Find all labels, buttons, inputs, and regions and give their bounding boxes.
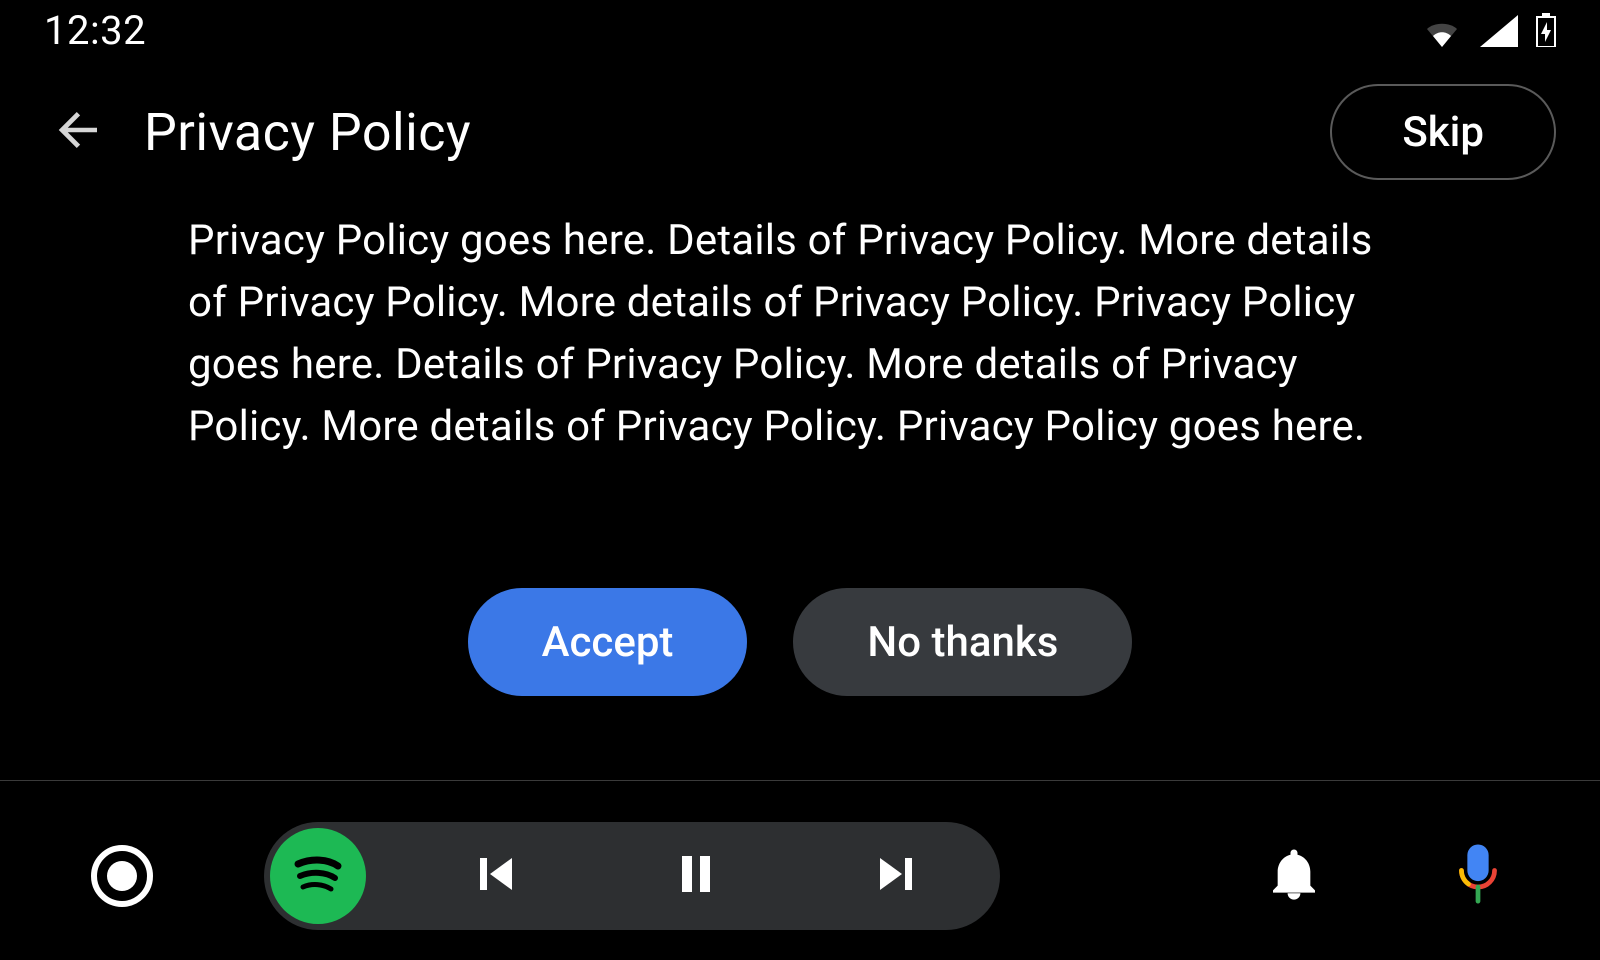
arrow-left-icon bbox=[52, 103, 106, 161]
media-app-button[interactable] bbox=[270, 828, 366, 924]
status-icons bbox=[1422, 13, 1556, 47]
page-header: Privacy Policy Skip bbox=[0, 84, 1600, 180]
decline-button-label: No thanks bbox=[867, 618, 1058, 667]
accept-button[interactable]: Accept bbox=[468, 588, 748, 696]
bottom-divider bbox=[0, 780, 1600, 781]
next-track-button[interactable] bbox=[846, 826, 946, 926]
policy-body-text: Privacy Policy goes here. Details of Pri… bbox=[188, 210, 1412, 458]
notifications-button[interactable] bbox=[1262, 844, 1326, 908]
navbar-right-group bbox=[1262, 844, 1510, 908]
pause-icon bbox=[672, 850, 720, 902]
system-navbar bbox=[0, 792, 1600, 960]
battery-icon bbox=[1536, 13, 1556, 47]
skip-previous-icon bbox=[472, 850, 520, 902]
skip-next-icon bbox=[872, 850, 920, 902]
signal-icon bbox=[1480, 15, 1518, 47]
skip-button-label: Skip bbox=[1402, 108, 1484, 157]
skip-button[interactable]: Skip bbox=[1330, 84, 1556, 180]
status-clock: 12:32 bbox=[44, 7, 146, 54]
launcher-button[interactable] bbox=[90, 844, 154, 908]
media-control-pill bbox=[264, 822, 1000, 930]
microphone-icon bbox=[1452, 842, 1504, 910]
wifi-icon bbox=[1422, 15, 1462, 47]
page-title: Privacy Policy bbox=[144, 102, 471, 163]
circle-dot-icon bbox=[90, 893, 154, 912]
decline-button[interactable]: No thanks bbox=[793, 588, 1132, 696]
previous-track-button[interactable] bbox=[446, 826, 546, 926]
play-pause-button[interactable] bbox=[646, 826, 746, 926]
spotify-icon bbox=[288, 844, 348, 908]
bell-icon bbox=[1266, 846, 1322, 906]
action-row: Accept No thanks bbox=[0, 588, 1600, 696]
status-bar: 12:32 bbox=[0, 0, 1600, 60]
back-button[interactable] bbox=[44, 97, 114, 167]
voice-assistant-button[interactable] bbox=[1446, 844, 1510, 908]
accept-button-label: Accept bbox=[542, 618, 674, 667]
